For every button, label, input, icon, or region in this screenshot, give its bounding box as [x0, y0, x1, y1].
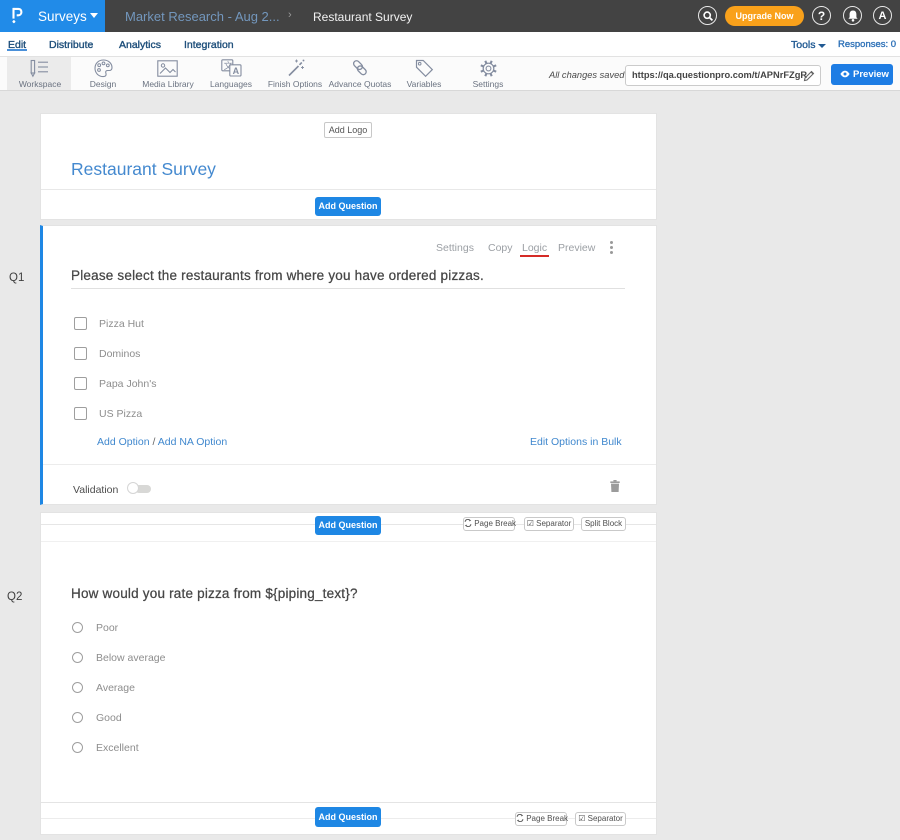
svg-text:A: A	[233, 66, 240, 76]
